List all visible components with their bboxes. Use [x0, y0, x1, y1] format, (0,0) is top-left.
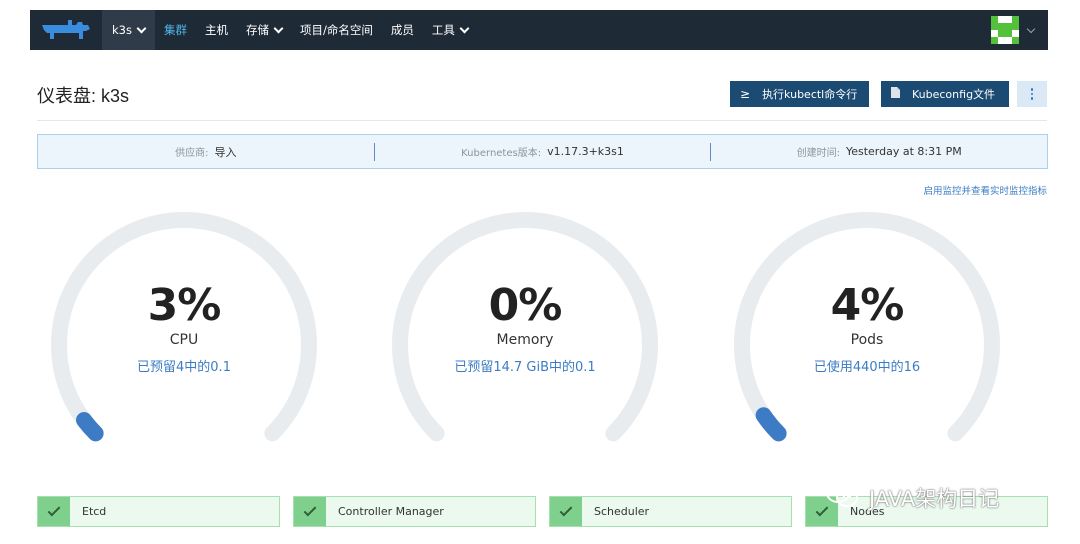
gauge-label: Memory	[496, 332, 554, 348]
nav-item-storage[interactable]: 存储	[237, 10, 291, 50]
more-vertical-icon	[1030, 88, 1034, 100]
nav-label: 项目/命名空间	[299, 23, 373, 37]
kubectl-button-label: 执行kubectl命令行	[762, 88, 858, 101]
enable-monitoring-link[interactable]: 启用监控并查看实时监控指标	[923, 183, 1047, 197]
wechat-icon	[825, 482, 859, 513]
k8s-version-value: v1.17.3+k3s1	[547, 145, 624, 158]
gauge-detail: 已预留14.7 GiB中的0.1	[454, 360, 596, 375]
nav-label: 工具	[431, 23, 455, 37]
nav-label: 主机	[204, 23, 228, 37]
chevron-down-icon	[1026, 24, 1036, 33]
check-icon	[38, 497, 70, 526]
main-nav: k3s 集群 主机 存储 项目/命名空间 成员 工具	[102, 10, 477, 50]
nav-item-members[interactable]: 成员	[382, 10, 423, 50]
more-actions-button[interactable]	[1017, 81, 1047, 107]
rancher-logo-icon[interactable]	[30, 10, 102, 50]
nav-item-hosts[interactable]: 主机	[196, 10, 237, 50]
nav-label: 存储	[245, 23, 269, 37]
gauge-detail: 已预留4中的0.1	[137, 360, 231, 375]
component-status-controller-manager: Controller Manager	[293, 496, 536, 527]
watermark-text: JAVA架构日记	[869, 486, 1000, 511]
created-label: 创建时间:	[796, 148, 840, 159]
component-name: Scheduler	[594, 505, 650, 518]
k8s-version-info: Kubernetes版本: v1.17.3+k3s1	[375, 144, 711, 159]
nav-item-projects[interactable]: 项目/命名空间	[291, 10, 382, 50]
component-name: Controller Manager	[338, 505, 444, 518]
created-value: Yesterday at 8:31 PM	[845, 145, 962, 158]
gauge-fill	[755, 407, 787, 442]
gauge-memory: 0% Memory 已预留14.7 GiB中的0.1	[390, 210, 660, 450]
gauge-fill	[76, 412, 104, 442]
gauge-label: Pods	[850, 332, 884, 348]
chevron-down-icon	[273, 23, 284, 33]
terminal-icon: ≥	[740, 87, 751, 101]
header-divider	[37, 120, 1047, 121]
gauge-detail: 已使用440中的16	[813, 360, 921, 375]
cluster-name: k3s	[112, 23, 132, 37]
nav-label: 成员	[390, 23, 414, 37]
nav-item-cluster[interactable]: 集群	[155, 10, 196, 50]
chevron-down-icon	[459, 23, 470, 33]
kubectl-shell-button[interactable]: ≥ 执行kubectl命令行	[730, 81, 869, 107]
provider-value: 导入	[214, 145, 237, 159]
user-menu[interactable]	[991, 16, 1048, 44]
provider-info: 供应商: 导入	[38, 144, 374, 160]
watermark: JAVA架构日记	[825, 482, 999, 513]
chevron-down-icon	[136, 23, 147, 33]
top-navbar: k3s 集群 主机 存储 项目/命名空间 成员 工具	[30, 10, 1048, 50]
cluster-switcher[interactable]: k3s	[102, 10, 155, 50]
nav-label: 集群	[163, 23, 187, 37]
page-title: 仪表盘: k3s	[37, 86, 130, 106]
gauge-value: 0%	[488, 280, 563, 331]
nav-item-tools[interactable]: 工具	[423, 10, 477, 50]
created-info: 创建时间: Yesterday at 8:31 PM	[711, 144, 1047, 159]
gauge-pods: 4% Pods 已使用440中的16	[732, 210, 1002, 450]
component-name: Etcd	[82, 505, 107, 518]
kubeconfig-button-label: Kubeconfig文件	[912, 88, 996, 101]
avatar	[991, 16, 1019, 44]
file-icon	[891, 87, 900, 101]
kubeconfig-button[interactable]: Kubeconfig文件	[881, 81, 1009, 107]
component-status-etcd: Etcd	[37, 496, 280, 527]
cluster-info-bar: 供应商: 导入 Kubernetes版本: v1.17.3+k3s1 创建时间:…	[37, 134, 1048, 169]
check-icon	[550, 497, 582, 526]
gauge-cpu: 3% CPU 已预留4中的0.1	[49, 210, 319, 450]
provider-label: 供应商:	[175, 148, 209, 159]
check-icon	[294, 497, 326, 526]
gauge-label: CPU	[169, 332, 199, 348]
k8s-version-label: Kubernetes版本:	[461, 148, 542, 159]
gauge-value: 4%	[830, 280, 905, 331]
component-status-scheduler: Scheduler	[549, 496, 792, 527]
gauge-value: 3%	[147, 280, 222, 331]
